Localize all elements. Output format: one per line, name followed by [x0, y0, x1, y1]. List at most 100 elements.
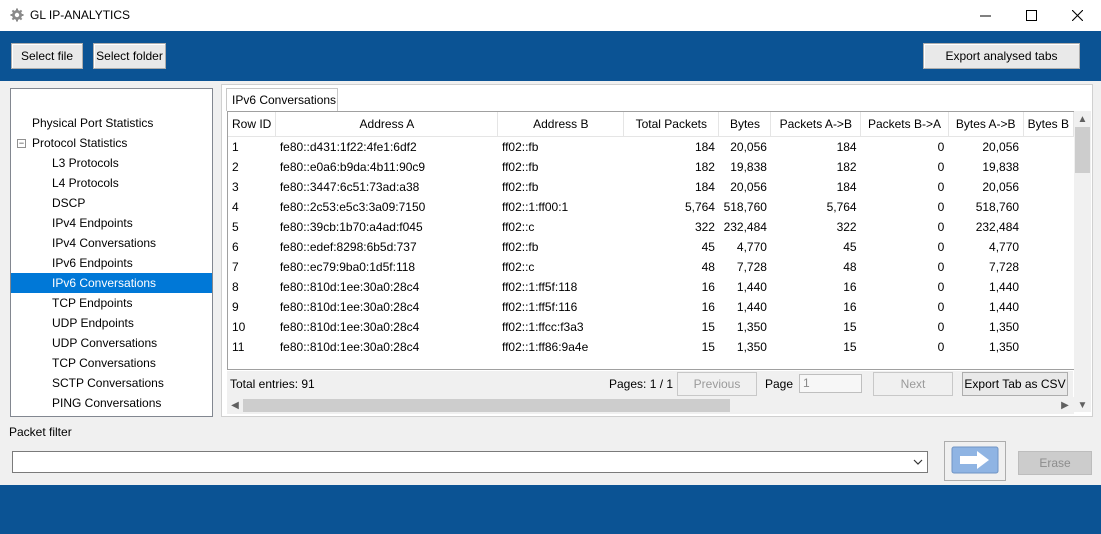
table-row[interactable]: 1 fe80::d431:1f22:4fe1:6df2 ff02::fb 184 20,… [228, 137, 1074, 158]
table-cell: 0 [937, 220, 945, 234]
scroll-down-icon[interactable]: ▼ [1074, 398, 1091, 412]
table-cell: 48 [701, 260, 715, 274]
table-row[interactable]: 4 fe80::2c53:e5c3:3a09:7150 ff02::1:ff00:1… [228, 197, 1074, 217]
column-header[interactable]: Row ID [228, 112, 277, 137]
tree-item-ipv4-conversations[interactable]: IPv4 Conversations [11, 233, 212, 253]
table-cell: 5,764 [684, 200, 715, 214]
table-cell: 10 [232, 320, 246, 334]
table-cell: 518,760 [975, 200, 1020, 214]
table-row[interactable]: 3 fe80::3447:6c51:73ad:a38 ff02::fb 184 20,0… [228, 177, 1074, 197]
tree-item-ping-conversations[interactable]: PING Conversations [11, 393, 212, 413]
table-cell: 0 [937, 160, 945, 174]
scroll-right-icon[interactable]: ▶ [1058, 398, 1072, 413]
tree-item-l3-protocols[interactable]: L3 Protocols [11, 153, 212, 173]
table-cell: 1,440 [736, 300, 767, 314]
table-cell: 48 [843, 260, 857, 274]
table-cell: ff02::c [501, 220, 535, 234]
scroll-up-icon[interactable]: ▲ [1074, 112, 1091, 126]
table-cell: 182 [836, 160, 857, 174]
table-cell: 45 [701, 240, 715, 254]
table-cell: 16 [701, 280, 715, 294]
close-button[interactable] [1054, 0, 1100, 31]
table-cell: 7 [232, 260, 239, 274]
tab-ipv6-conversations[interactable]: IPv6 Conversations [226, 88, 338, 111]
table-cell: 1,440 [989, 300, 1020, 314]
column-header[interactable]: Address A [275, 112, 499, 137]
tree-item-ipv6-conversations[interactable]: IPv6 Conversations [11, 273, 212, 293]
tree-item-ipv4-endpoints[interactable]: IPv4 Endpoints [11, 213, 212, 233]
table-cell: 0 [937, 280, 945, 294]
table-cell: 3 [232, 180, 239, 194]
table-cell [1023, 217, 1073, 237]
table-cell: 20,056 [730, 180, 767, 194]
select-file-button[interactable]: Select file [11, 43, 83, 69]
column-header[interactable]: Packets A->B [770, 112, 862, 137]
column-header[interactable]: Packets B->A [860, 112, 949, 137]
table-cell: 9 [232, 300, 239, 314]
column-header[interactable]: Bytes [718, 112, 772, 137]
table-cell: ff02::1:ff5f:116 [501, 300, 578, 314]
table-cell [1023, 157, 1073, 177]
next-button[interactable]: Next [873, 372, 953, 396]
horizontal-scroll-thumb[interactable] [243, 399, 730, 412]
table-row[interactable]: 2 fe80::e0a6:b9da:4b11:90c9 ff02::fb 182 19,… [228, 157, 1074, 177]
table-row[interactable]: 9 fe80::810d:1ee:30a0:28c4 ff02::1:ff5f:11… [228, 297, 1074, 317]
table-cell: 7,728 [736, 260, 767, 274]
arrow-right-icon [951, 446, 999, 477]
page-number-input[interactable]: 1 [799, 374, 862, 393]
previous-button[interactable]: Previous [677, 372, 757, 396]
tree-item-ipv6-endpoints[interactable]: IPv6 Endpoints [11, 253, 212, 273]
tree-item-tcp-conversations[interactable]: TCP Conversations [11, 353, 212, 373]
tree-item-udp-endpoints[interactable]: UDP Endpoints [11, 313, 212, 333]
table-row[interactable]: 6 fe80::edef:8298:6b5d:737 ff02::fb 45 4,770… [228, 237, 1074, 257]
table-cell: 232,484 [975, 220, 1020, 234]
column-header[interactable]: Total Packets [623, 112, 720, 137]
packet-filter-input[interactable] [12, 451, 928, 473]
table-cell: 184 [694, 140, 715, 154]
table-cell: 15 [701, 320, 715, 334]
tree-item-protocol-statistics[interactable]: Protocol Statistics [11, 133, 212, 153]
maximize-button[interactable] [1008, 0, 1054, 31]
chevron-down-icon[interactable] [910, 452, 926, 472]
table-cell: fe80::2c53:e5c3:3a09:7150 [279, 200, 426, 214]
tree-item-physical-port-statistics[interactable]: Physical Port Statistics [11, 113, 212, 133]
table-cell: 184 [836, 140, 857, 154]
table-cell [1023, 297, 1073, 317]
table-row[interactable]: 7 fe80::ec79:9ba0:1d5f:118 ff02::c 48 7,728 4… [228, 257, 1074, 277]
export-analysed-tabs-button[interactable]: Export analysed tabs [923, 43, 1080, 69]
table-row[interactable]: 11 fe80::810d:1ee:30a0:28c4 ff02::1:ff86:9… [228, 337, 1074, 357]
table-cell: 232,484 [723, 220, 767, 234]
column-header[interactable]: Bytes A->B [948, 112, 1024, 137]
table-cell: fe80::edef:8298:6b5d:737 [279, 240, 417, 254]
pages-indicator: Pages: 1 / 1 [609, 377, 674, 391]
table-row[interactable]: 5 fe80::39cb:1b70:a4ad:f045 ff02::c 322 232,… [228, 217, 1074, 237]
table-row[interactable]: 8 fe80::810d:1ee:30a0:28c4 ff02::1:ff5f:11… [228, 277, 1074, 297]
conversations-table: Row ID Address A Address B Total Packets Byt… [227, 111, 1075, 370]
tree-item-tcp-endpoints[interactable]: TCP Endpoints [11, 293, 212, 313]
page-label: Page [765, 377, 794, 391]
scroll-left-icon[interactable]: ◀ [228, 398, 242, 413]
export-csv-button[interactable]: Export Tab as CSV [962, 372, 1068, 396]
table-cell: fe80::810d:1ee:30a0:28c4 [279, 300, 420, 314]
table-cell: 1,350 [736, 340, 767, 354]
column-header[interactable]: Address B [497, 112, 625, 137]
minimize-button[interactable] [962, 0, 1008, 31]
tree-item-l4-protocols[interactable]: L4 Protocols [11, 173, 212, 193]
table-cell: 1 [232, 140, 239, 154]
tree-item-udp-conversations[interactable]: UDP Conversations [11, 333, 212, 353]
column-header[interactable]: Bytes B [1023, 112, 1074, 137]
table-cell: 11 [232, 340, 245, 354]
select-folder-button[interactable]: Select folder [93, 43, 166, 69]
table-cell: 16 [843, 300, 857, 314]
statistics-tree[interactable]: − Physical Port Statistics Protocol Stati… [10, 88, 213, 417]
tree-item-dscp[interactable]: DSCP [11, 193, 212, 213]
table-cell [1023, 317, 1073, 337]
table-cell: ff02::c [501, 260, 535, 274]
vertical-scroll-thumb[interactable] [1075, 127, 1090, 173]
table-row[interactable]: 10 fe80::810d:1ee:30a0:28c4 ff02::1:ffcc:f… [228, 317, 1074, 337]
erase-button[interactable]: Erase [1018, 451, 1092, 475]
tree-item-sctp-conversations[interactable]: SCTP Conversations [11, 373, 212, 393]
table-cell [1023, 177, 1073, 197]
apply-filter-button[interactable] [944, 441, 1006, 481]
table-cell: ff02::1:ffcc:f3a3 [501, 320, 584, 334]
